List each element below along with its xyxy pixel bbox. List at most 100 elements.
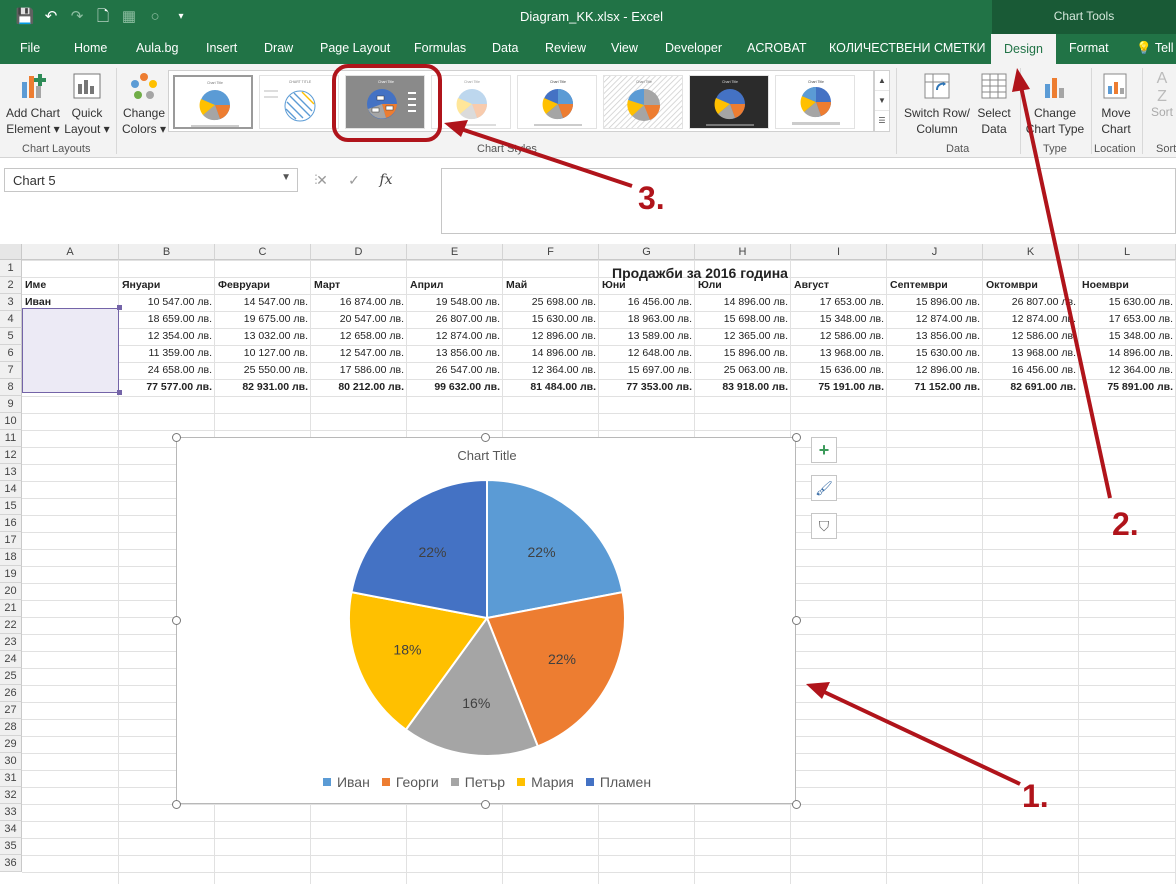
column-header-d[interactable]: D [311, 244, 407, 260]
chart-style-3[interactable]: Chart Title [345, 75, 425, 129]
value-cell[interactable]: 14 896.00 лв. [695, 294, 791, 311]
chart-style-5[interactable]: Chart Title [517, 75, 597, 129]
row-header-10[interactable]: 10 [0, 413, 22, 430]
column-header-k[interactable]: K [983, 244, 1079, 260]
tab-design[interactable]: Design [991, 34, 1056, 65]
legend-item-4[interactable]: Мария [517, 774, 574, 790]
chart-elements-button[interactable]: + [811, 437, 837, 463]
row-header-6[interactable]: 6 [0, 345, 22, 362]
row-header-36[interactable]: 36 [0, 855, 22, 872]
value-cell[interactable]: 26 547.00 лв. [407, 362, 503, 379]
total-cell[interactable]: 80 212.00 лв. [311, 379, 407, 396]
row-header-24[interactable]: 24 [0, 651, 22, 668]
total-cell[interactable]: 71 152.00 лв. [887, 379, 983, 396]
row-header-4[interactable]: 4 [0, 311, 22, 328]
value-cell[interactable]: 10 547.00 лв. [119, 294, 215, 311]
chart-resize-handle[interactable] [172, 616, 181, 625]
value-cell[interactable]: 14 896.00 лв. [1079, 345, 1176, 362]
header-cell[interactable]: Име [22, 277, 119, 294]
value-cell[interactable]: 19 675.00 лв. [215, 311, 311, 328]
tab-tell-me[interactable]: 💡 Tell [1136, 41, 1174, 56]
chart-resize-handle[interactable] [481, 433, 490, 442]
header-cell[interactable]: Ноември [1079, 277, 1176, 294]
select-data-button[interactable]: Select Data [974, 70, 1014, 137]
value-cell[interactable]: 15 697.00 лв. [599, 362, 695, 379]
column-header-b[interactable]: B [119, 244, 215, 260]
select-all-corner[interactable] [0, 244, 22, 260]
chart-resize-handle[interactable] [792, 616, 801, 625]
row-header-18[interactable]: 18 [0, 549, 22, 566]
value-cell[interactable]: 15 630.00 лв. [503, 311, 599, 328]
value-cell[interactable]: 15 630.00 лв. [887, 345, 983, 362]
sheet-title[interactable]: Продажби за 2016 година [470, 265, 930, 281]
chart-resize-handle[interactable] [172, 433, 181, 442]
quick-layout-button[interactable]: Quick Layout ▾ [64, 70, 110, 137]
enter-icon[interactable]: ✓ [338, 172, 370, 189]
row-header-1[interactable]: 1 [0, 260, 22, 277]
insert-function-icon[interactable]: fx [370, 172, 402, 188]
add-chart-element-button[interactable]: Add Chart Element ▾ [4, 70, 62, 137]
formula-input[interactable] [441, 168, 1176, 234]
row-header-12[interactable]: 12 [0, 447, 22, 464]
range-handle[interactable] [117, 305, 122, 310]
redo-icon[interactable]: ↷ [66, 6, 88, 28]
row-header-16[interactable]: 16 [0, 515, 22, 532]
tab-file[interactable]: File [20, 41, 40, 55]
value-cell[interactable]: 16 456.00 лв. [983, 362, 1079, 379]
row-header-8[interactable]: 8 [0, 379, 22, 396]
column-header-a[interactable]: A [22, 244, 119, 260]
value-cell[interactable]: 17 653.00 лв. [1079, 311, 1176, 328]
switch-row-column-button[interactable]: Switch Row/ Column [900, 70, 974, 137]
row-header-26[interactable]: 26 [0, 685, 22, 702]
value-cell[interactable]: 12 364.00 лв. [1079, 362, 1176, 379]
value-cell[interactable]: 15 636.00 лв. [791, 362, 887, 379]
value-cell[interactable]: 12 364.00 лв. [503, 362, 599, 379]
chart-style-8[interactable]: Chart Title [775, 75, 855, 129]
row-header-30[interactable]: 30 [0, 753, 22, 770]
value-cell[interactable]: 12 658.00 лв. [311, 328, 407, 345]
chart-filters-button[interactable]: ⛉ [811, 513, 837, 539]
row-header-31[interactable]: 31 [0, 770, 22, 787]
chart-style-4[interactable]: Chart Title [431, 75, 511, 129]
gallery-scrollbar[interactable]: ▲ ▼ ☰ [874, 70, 890, 132]
name-box[interactable]: Chart 5 ▼ [4, 168, 298, 192]
value-cell[interactable]: 12 874.00 лв. [983, 311, 1079, 328]
row-header-14[interactable]: 14 [0, 481, 22, 498]
row-header-5[interactable]: 5 [0, 328, 22, 345]
gallery-scroll-up-icon[interactable]: ▲ [875, 71, 889, 91]
tab-home[interactable]: Home [74, 41, 107, 55]
total-cell[interactable]: 75 891.00 лв. [1079, 379, 1176, 396]
gallery-more-icon[interactable]: ☰ [875, 111, 889, 131]
column-header-e[interactable]: E [407, 244, 503, 260]
column-header-i[interactable]: I [791, 244, 887, 260]
row-header-15[interactable]: 15 [0, 498, 22, 515]
column-header-g[interactable]: G [599, 244, 695, 260]
value-cell[interactable]: 17 653.00 лв. [791, 294, 887, 311]
column-header-f[interactable]: F [503, 244, 599, 260]
chart-style-6[interactable]: Chart Title [603, 75, 683, 129]
tab-page-layout[interactable]: Page Layout [320, 41, 390, 55]
pie-data-label-1[interactable]: 22% [528, 544, 556, 560]
tab-view[interactable]: View [611, 41, 638, 55]
row-header-9[interactable]: 9 [0, 396, 22, 413]
value-cell[interactable]: 13 968.00 лв. [983, 345, 1079, 362]
row-header-21[interactable]: 21 [0, 600, 22, 617]
legend-item-1[interactable]: Иван [322, 774, 370, 790]
header-cell[interactable]: Март [311, 277, 407, 294]
value-cell[interactable]: 18 659.00 лв. [119, 311, 215, 328]
form-icon[interactable]: ▦ [118, 6, 140, 28]
row-header-27[interactable]: 27 [0, 702, 22, 719]
move-chart-button[interactable]: Move Chart [1094, 70, 1138, 137]
value-cell[interactable]: 10 127.00 лв. [215, 345, 311, 362]
column-header-j[interactable]: J [887, 244, 983, 260]
value-cell[interactable]: 15 348.00 лв. [791, 311, 887, 328]
row-header-35[interactable]: 35 [0, 838, 22, 855]
chart-resize-handle[interactable] [481, 800, 490, 809]
value-cell[interactable]: 12 874.00 лв. [887, 311, 983, 328]
total-cell[interactable]: 82 691.00 лв. [983, 379, 1079, 396]
row-header-11[interactable]: 11 [0, 430, 22, 447]
tab-developer[interactable]: Developer [665, 41, 722, 55]
range-handle[interactable] [117, 390, 122, 395]
customize-qat-icon[interactable]: ▾ [170, 6, 192, 28]
pie-data-label-3[interactable]: 16% [462, 695, 490, 711]
